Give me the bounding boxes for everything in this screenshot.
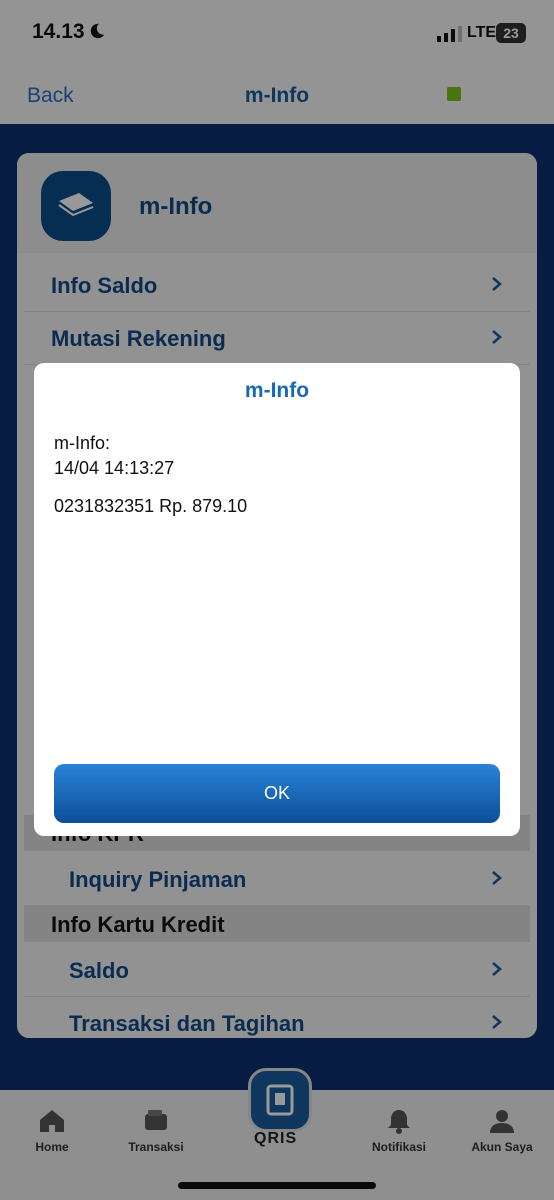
ok-button[interactable]: OK: [54, 764, 500, 823]
dialog-title: m-Info: [244, 379, 310, 402]
dialog-balance-text: 0231832351 Rp. 879.10: [54, 496, 248, 516]
dialog-heading-text: m-Info:: [54, 433, 111, 453]
dialog-timestamp: 14/04 14:13:27: [54, 458, 175, 478]
info-dialog: m-Info m-Info: 14/04 14:13:27 0231832351…: [34, 363, 520, 836]
